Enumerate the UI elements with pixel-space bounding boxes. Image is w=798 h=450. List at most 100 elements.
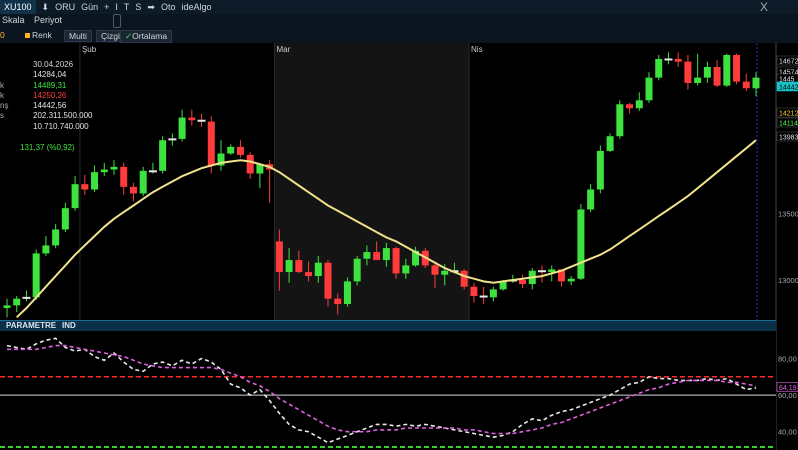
indicator-panel-bg (0, 331, 776, 450)
candle-body (343, 281, 351, 305)
indicator-header: PARAMETRE IND (0, 320, 776, 331)
candle-body (188, 117, 196, 121)
info-row-label: nş (0, 101, 9, 111)
candle-body (314, 262, 322, 277)
y-tick-label: 13500 (778, 209, 798, 218)
indicator-y-tick: 40,00 (778, 428, 797, 437)
parametre-label[interactable]: PARAMETRE (6, 321, 56, 330)
candle-body (13, 298, 21, 306)
candle-body (275, 241, 283, 273)
change-label: 131,37 (%0,92) (20, 143, 75, 152)
candle-body (742, 81, 750, 89)
info-row: 14284,04 (0, 70, 100, 80)
candle-body (431, 265, 439, 275)
candle-body (733, 54, 741, 82)
candle-body (519, 280, 527, 285)
candle-body (645, 77, 653, 101)
candle-body (168, 138, 177, 141)
month-shade (274, 43, 470, 320)
price-label: 13983 (779, 135, 798, 142)
ohlc-info-panel: 30.04.2026 14284,04 k 14489,31 k 14250,26 nş 1… (0, 60, 100, 132)
candle-body (402, 265, 410, 274)
info-row-label: s (0, 111, 4, 121)
candle-body (635, 100, 643, 109)
candle-body (382, 248, 390, 261)
ind-label[interactable]: IND (62, 321, 76, 330)
indicator-y-tick: 60,00 (778, 391, 797, 400)
candle-body (207, 121, 215, 166)
candle-body (22, 296, 31, 299)
price-chart[interactable]: Şub Mar Nis1300013500146721457414451444214… (0, 0, 798, 450)
info-row-value: 14489,31 (33, 80, 67, 90)
candle-body (441, 270, 449, 275)
candle-body (538, 270, 546, 273)
candle-body (703, 66, 711, 78)
candle-body (178, 117, 186, 139)
candle-body (197, 119, 206, 122)
candle-body (353, 258, 361, 282)
candle-body (373, 252, 381, 261)
price-label: 14212 (779, 111, 798, 118)
info-row: k 14250,26 (0, 91, 100, 101)
info-row: k 14489,31 (0, 81, 100, 91)
month-label: Şub (82, 45, 97, 54)
info-row-value: 202.311.500.000 (33, 111, 93, 121)
candle-body (684, 61, 692, 83)
candle-body (489, 289, 497, 298)
candle-body (752, 77, 760, 89)
candle-body (723, 54, 731, 86)
candle-body (664, 58, 673, 61)
candle-body (52, 229, 60, 246)
price-label: 14442 (779, 85, 798, 92)
info-row-label: k (0, 80, 4, 90)
candle-body (110, 166, 118, 170)
candle-body (713, 66, 721, 86)
candle-body (61, 208, 69, 230)
info-row-value: 14250,26 (33, 90, 67, 100)
candle-body (148, 170, 157, 173)
candle-body (626, 104, 634, 109)
info-row: nş 14442,56 (0, 101, 100, 111)
candle-body (3, 305, 11, 309)
info-row-value: 10.710.740.000 (33, 121, 89, 131)
candle-body (655, 58, 663, 78)
candle-body (470, 286, 478, 297)
info-row-label: k (0, 90, 4, 100)
candle-body (295, 260, 303, 273)
y-tick-label: 13000 (778, 276, 798, 285)
price-label: 14672 (779, 59, 798, 66)
candle-body (139, 170, 147, 194)
month-label: Mar (277, 45, 291, 54)
candle-body (100, 169, 108, 173)
candle-body (392, 248, 400, 274)
price-label: 14114 (779, 121, 798, 128)
candle-body (596, 150, 604, 190)
candle-body (81, 184, 89, 190)
info-row-value: 14284,04 (33, 70, 67, 80)
candle-body (567, 278, 575, 282)
candle-body (674, 58, 682, 62)
candle-body (305, 272, 313, 277)
candle-body (159, 140, 167, 171)
candle-body (120, 166, 128, 187)
candle-body (246, 154, 254, 174)
candle-body (548, 269, 556, 273)
candle-body (460, 270, 468, 287)
candle-body (91, 172, 99, 190)
info-date: 30.04.2026 (33, 60, 74, 69)
candle-body (71, 184, 79, 209)
candle-body (587, 189, 595, 210)
candle-body (227, 146, 235, 154)
candle-body (42, 245, 50, 254)
info-row-value: 14442,56 (33, 101, 67, 111)
candle-body (577, 209, 585, 279)
candle-body (32, 253, 40, 298)
candle-body (334, 298, 342, 305)
info-row: s 202.311.500.000 (0, 111, 100, 121)
candle-body (236, 146, 244, 155)
month-label: Nis (471, 45, 483, 54)
candle-body (479, 295, 488, 298)
info-row: 10.710.740.000 (0, 122, 100, 132)
candle-body (324, 262, 332, 299)
candle-body (616, 104, 624, 137)
